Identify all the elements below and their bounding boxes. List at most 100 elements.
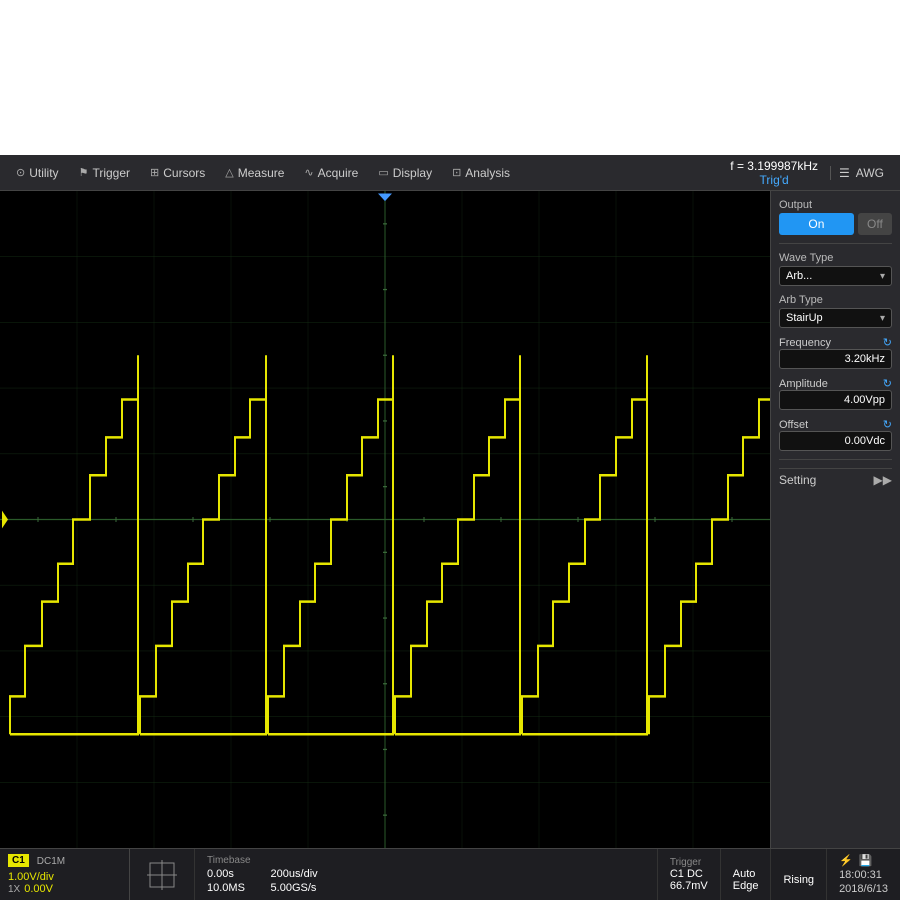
wave-type-chevron-icon: ▾ bbox=[880, 271, 885, 282]
ch1-label: C1 bbox=[8, 854, 29, 867]
trigger-slope: Rising bbox=[783, 874, 814, 886]
frequency-value-box[interactable]: 3.20kHz bbox=[779, 349, 892, 369]
setting-row[interactable]: Setting ▶▶ bbox=[779, 468, 892, 491]
wave-type-value: Arb... bbox=[786, 270, 812, 282]
arb-type-value: StairUp bbox=[786, 312, 823, 324]
menu-trigger[interactable]: ⚑ Trigger bbox=[71, 162, 138, 184]
crosshair-icon bbox=[142, 855, 182, 895]
timebase-div: 200us/div bbox=[271, 868, 318, 880]
menu-display-label: Display bbox=[393, 166, 432, 180]
output-on-button[interactable]: On bbox=[779, 213, 854, 235]
frequency-value: f = 3.199987kHz bbox=[730, 159, 818, 173]
system-area: ⚡ 💾 18:00:31 2018/6/13 bbox=[826, 849, 900, 900]
trigger-slope-spacer bbox=[783, 863, 814, 874]
setting-arrow-icon: ▶▶ bbox=[874, 473, 892, 487]
frequency-display: f = 3.199987kHz Trig'd bbox=[730, 159, 818, 187]
amplitude-label-text: Amplitude bbox=[779, 378, 828, 390]
amplitude-param-label: Amplitude ↻ bbox=[779, 377, 892, 390]
menu-analysis[interactable]: ⊡ Analysis bbox=[444, 162, 518, 184]
menu-cursors-label: Cursors bbox=[163, 166, 205, 180]
trigger-mode: Auto bbox=[733, 868, 759, 880]
trigger-level: 66.7mV bbox=[670, 880, 708, 892]
menu-items: ⊙ Utility ⚑ Trigger ⊞ Cursors △ Measure … bbox=[8, 162, 730, 184]
cursors-icon: ⊞ bbox=[150, 166, 159, 179]
trigger-type: Edge bbox=[733, 880, 759, 892]
timebase-div-group: 200us/div 5.00GS/s bbox=[271, 855, 318, 894]
output-section: Output On Off bbox=[779, 199, 892, 235]
display-icon: ▭ bbox=[378, 166, 388, 179]
awg-label: AWG bbox=[856, 166, 884, 180]
menu-utility[interactable]: ⊙ Utility bbox=[8, 162, 67, 184]
timebase-area: Timebase 0.00s 10.0MS 200us/div 5.00GS/s bbox=[195, 849, 657, 900]
wave-type-dropdown[interactable]: Arb... ▾ bbox=[779, 266, 892, 286]
trigger-label: Trigger bbox=[670, 857, 708, 868]
offset-refresh-icon[interactable]: ↻ bbox=[883, 418, 892, 431]
trigger-source: C1 DC bbox=[670, 868, 708, 880]
menu-measure[interactable]: △ Measure bbox=[217, 162, 292, 184]
timebase-group: Timebase 0.00s 10.0MS bbox=[207, 855, 251, 894]
acquire-icon: ∿ bbox=[304, 166, 313, 179]
ch1-scale: 1.00V/div bbox=[8, 871, 54, 883]
output-row: On Off bbox=[779, 213, 892, 235]
arb-type-chevron-icon: ▾ bbox=[880, 313, 885, 324]
menu-display[interactable]: ▭ Display bbox=[370, 162, 440, 184]
ch1-coupling: DC1M bbox=[37, 856, 65, 867]
measure-icon: △ bbox=[225, 166, 233, 179]
menu-trigger-label: Trigger bbox=[92, 166, 130, 180]
awg-menu-icon: ☰ bbox=[839, 166, 850, 180]
output-label: Output bbox=[779, 199, 892, 211]
ch1-offset: 0.00V bbox=[24, 883, 53, 895]
timebase-start: 0.00s bbox=[207, 868, 251, 880]
timebase-div-spacer bbox=[271, 855, 318, 866]
scope-cursor-area bbox=[130, 849, 195, 900]
offset-label-text: Offset bbox=[779, 419, 808, 431]
output-off-button[interactable]: Off bbox=[858, 213, 892, 235]
menu-acquire[interactable]: ∿ Acquire bbox=[296, 162, 366, 184]
frequency-section: Frequency ↻ 3.20kHz bbox=[779, 336, 892, 369]
timebase-label: Timebase bbox=[207, 855, 251, 866]
clock-time: 18:00:31 bbox=[839, 869, 882, 881]
trig-status: Trig'd bbox=[730, 173, 818, 187]
frequency-label-text: Frequency bbox=[779, 337, 831, 349]
frequency-refresh-icon[interactable]: ↻ bbox=[883, 336, 892, 349]
divider-1 bbox=[779, 243, 892, 244]
offset-value-box[interactable]: 0.00Vdc bbox=[779, 431, 892, 451]
amplitude-section: Amplitude ↻ 4.00Vpp bbox=[779, 377, 892, 410]
divider-2 bbox=[779, 459, 892, 460]
scope-area bbox=[0, 191, 770, 848]
ch1-status: C1 DC1M 1.00V/div 1X 0.00V bbox=[0, 849, 130, 900]
arb-type-label: Arb Type bbox=[779, 294, 892, 306]
menu-acquire-label: Acquire bbox=[318, 166, 359, 180]
amplitude-refresh-icon[interactable]: ↻ bbox=[883, 377, 892, 390]
amplitude-value-box[interactable]: 4.00Vpp bbox=[779, 390, 892, 410]
trigger-mode-area: Auto Edge bbox=[720, 849, 771, 900]
utility-icon: ⊙ bbox=[16, 166, 25, 179]
arb-type-section: Arb Type StairUp ▾ bbox=[779, 294, 892, 328]
timebase-sample: 5.00GS/s bbox=[271, 882, 318, 894]
sys-row-1: ⚡ 💾 bbox=[839, 854, 888, 867]
top-white-area bbox=[0, 0, 900, 155]
offset-section: Offset ↻ 0.00Vdc bbox=[779, 418, 892, 451]
analysis-icon: ⊡ bbox=[452, 166, 461, 179]
wave-type-section: Wave Type Arb... ▾ bbox=[779, 252, 892, 286]
arb-type-dropdown[interactable]: StairUp ▾ bbox=[779, 308, 892, 328]
trigger-icon: ⚑ bbox=[79, 166, 89, 179]
frequency-param-label: Frequency ↻ bbox=[779, 336, 892, 349]
wave-type-label: Wave Type bbox=[779, 252, 892, 264]
menu-analysis-label: Analysis bbox=[465, 166, 510, 180]
menu-bar: ⊙ Utility ⚑ Trigger ⊞ Cursors △ Measure … bbox=[0, 155, 900, 191]
offset-param-label: Offset ↻ bbox=[779, 418, 892, 431]
awg-panel: Output On Off Wave Type Arb... ▾ Arb Typ… bbox=[770, 191, 900, 848]
awg-panel-header[interactable]: ☰ AWG bbox=[830, 166, 892, 180]
usb-icon: ⚡ bbox=[839, 854, 853, 867]
menu-cursors[interactable]: ⊞ Cursors bbox=[142, 162, 213, 184]
clock-date: 2018/6/13 bbox=[839, 883, 888, 895]
ch1-probe: 1X bbox=[8, 884, 20, 895]
save-icon: 💾 bbox=[859, 854, 873, 867]
trigger-slope-area: Rising bbox=[770, 849, 826, 900]
date-row: 2018/6/13 bbox=[839, 883, 888, 895]
trigger-area: Trigger C1 DC 66.7mV bbox=[657, 849, 720, 900]
time-row: 18:00:31 bbox=[839, 869, 888, 881]
menu-measure-label: Measure bbox=[238, 166, 285, 180]
menu-utility-label: Utility bbox=[29, 166, 58, 180]
